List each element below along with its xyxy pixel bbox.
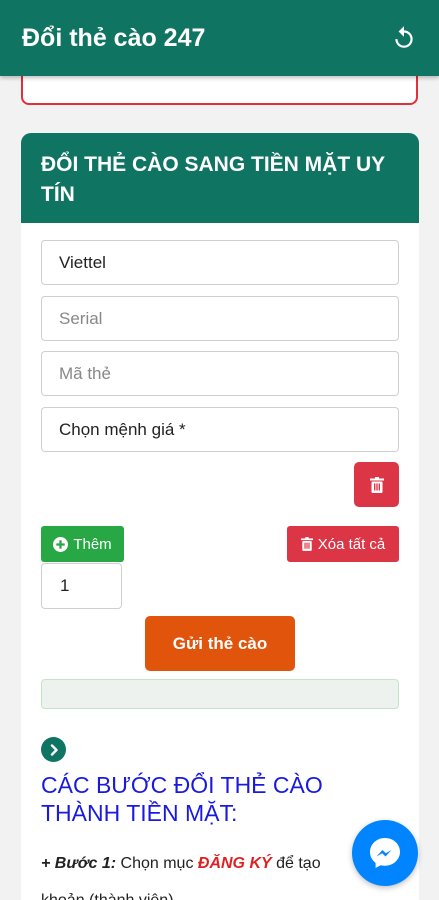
refresh-icon [395,26,413,48]
clear-all-button[interactable]: Xóa tất cả [287,526,399,562]
amount-select[interactable]: Chọn mệnh giá * [41,407,399,452]
serial-input[interactable]: Serial [41,296,399,341]
telco-select[interactable]: Viettel [41,240,399,285]
status-bar [41,679,399,709]
messenger-button[interactable] [352,820,418,886]
card-title: ĐỔI THẺ CÀO SANG TIỀN MẶT UY TÍN [41,153,385,206]
quantity-value: 1 [60,576,70,595]
quantity-input[interactable]: 1 [41,563,122,609]
add-card-button[interactable]: Thêm [41,526,124,562]
card-code-input[interactable]: Mã thẻ [41,351,399,396]
exchange-card: ĐỔI THẺ CÀO SANG TIỀN MẶT UY TÍN Viettel… [21,133,419,900]
step-1-text-c: khoản (thành viên) [41,892,174,900]
add-card-label: Thêm [73,535,112,553]
app-title: Đổi thẻ cào 247 [22,23,206,52]
submit-card-label: Gửi thẻ cào [172,633,268,653]
app-bar: Đổi thẻ cào 247 [0,0,439,76]
clear-all-label: Xóa tất cả [317,535,386,553]
trash-icon [369,476,384,493]
telco-select-value: Viettel [59,252,106,272]
step-1-prefix: + Bước 1: [41,855,117,872]
step-1-text-b: để tạo [271,855,321,872]
submit-card-button[interactable]: Gửi thẻ cào [145,616,295,671]
chevron-right-icon [41,737,66,762]
guide-title: CÁC BƯỚC ĐỔI THẺ CÀO THÀNH TIỀN MẶT: [41,772,323,826]
serial-placeholder: Serial [59,308,103,328]
step-1-text-a: Chọn mục [116,855,198,872]
card-code-placeholder: Mã thẻ [59,363,111,383]
trash-icon [300,537,313,551]
card-header: ĐỔI THẺ CÀO SANG TIỀN MẶT UY TÍN [21,133,419,223]
register-link[interactable]: ĐĂNG KÝ [198,855,272,872]
plus-circle-icon [53,536,69,552]
delete-row-button[interactable] [354,462,399,507]
refresh-button[interactable] [389,23,419,53]
amount-select-value: Chọn mệnh giá * [59,419,186,439]
messenger-icon [370,838,400,868]
